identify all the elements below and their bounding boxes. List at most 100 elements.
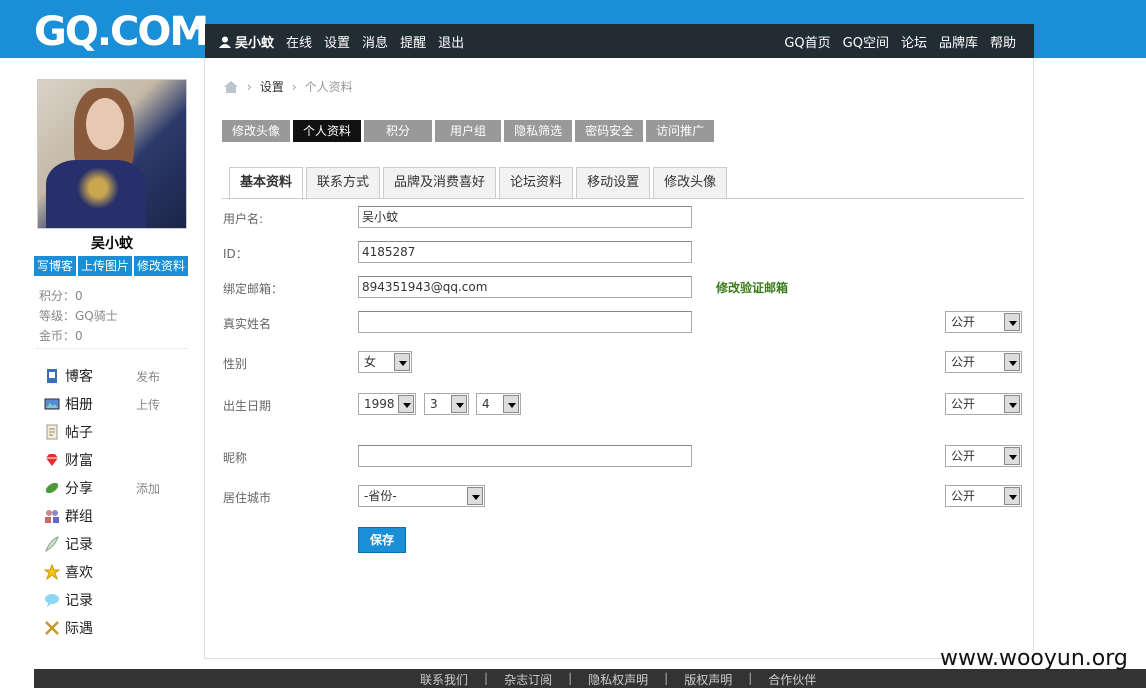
- realname-privacy-select[interactable]: 公开: [945, 311, 1022, 333]
- sidebar-item-records-2[interactable]: 记录: [44, 586, 184, 614]
- avatar[interactable]: [37, 79, 187, 229]
- edit-profile-button[interactable]: 修改资料: [134, 256, 189, 276]
- nav-brand-library[interactable]: 品牌库: [939, 32, 978, 51]
- footer-copyright[interactable]: 版权声明: [684, 671, 732, 688]
- subtab-basic-info[interactable]: 基本资料: [229, 167, 304, 200]
- province-select[interactable]: -省份-: [358, 485, 485, 507]
- nav-settings[interactable]: 设置: [324, 32, 350, 51]
- birthday-privacy-select[interactable]: 公开: [945, 393, 1022, 415]
- nav-help[interactable]: 帮助: [990, 32, 1016, 51]
- nav-gq-space[interactable]: GQ空间: [843, 32, 889, 51]
- birth-month-select[interactable]: 3: [424, 393, 469, 415]
- breadcrumb-settings[interactable]: 设置: [260, 78, 284, 95]
- id-field[interactable]: 4185287: [358, 241, 692, 263]
- sidebar-item-album[interactable]: 相册 上传: [44, 390, 184, 418]
- sidebar-item-likes[interactable]: 喜欢: [44, 558, 184, 586]
- username-label: 用户名:: [223, 212, 264, 226]
- home-icon[interactable]: [223, 80, 239, 94]
- star-icon: [44, 564, 60, 580]
- sidebar-item-blog[interactable]: 博客 发布: [44, 362, 184, 390]
- nav-logout[interactable]: 退出: [438, 32, 464, 51]
- sidebar-item-encounters[interactable]: 际遇: [44, 614, 184, 642]
- birth-year-select[interactable]: 1998: [358, 393, 416, 415]
- nav-reminders[interactable]: 提醒: [400, 32, 426, 51]
- tab-password-security[interactable]: 密码安全: [575, 120, 644, 142]
- subtab-forum-info[interactable]: 论坛资料: [499, 167, 574, 199]
- chevron-down-icon: [1004, 353, 1020, 371]
- profile-name: 吴小蚊: [91, 236, 133, 252]
- write-blog-button[interactable]: 写博客: [34, 256, 77, 276]
- nickname-field[interactable]: [358, 445, 692, 467]
- share-add-link[interactable]: 添加: [136, 480, 160, 497]
- username-field[interactable]: 吴小蚊: [358, 206, 692, 228]
- subtab-edit-avatar[interactable]: 修改头像: [653, 167, 728, 199]
- tab-points[interactable]: 积分: [364, 120, 433, 142]
- divider: [222, 198, 1024, 199]
- chevron-down-icon: [398, 395, 414, 413]
- chevron-down-icon: [1004, 395, 1020, 413]
- tab-personal-profile[interactable]: 个人资料: [293, 120, 362, 142]
- nav-forum[interactable]: 论坛: [901, 32, 927, 51]
- nav-messages[interactable]: 消息: [362, 32, 388, 51]
- footer: 联系我们 | 杂志订阅 | 隐私权声明 | 版权声明 | 合作伙伴: [34, 669, 1146, 688]
- watermark: www.wooyun.org: [940, 646, 1128, 671]
- sidebar-item-wealth[interactable]: 财富: [44, 446, 184, 474]
- footer-separator: |: [664, 671, 669, 685]
- upload-photo-button[interactable]: 上传图片: [78, 256, 133, 276]
- nav-gq-home[interactable]: GQ首页: [784, 32, 830, 51]
- chevron-down-icon: [1004, 487, 1020, 505]
- nav-online[interactable]: 在线: [286, 32, 312, 51]
- birth-day-select[interactable]: 4: [476, 393, 521, 415]
- row-realname: 真实姓名 公开: [223, 311, 1023, 333]
- change-email-link[interactable]: 修改验证邮箱: [716, 279, 788, 296]
- tab-edit-avatar[interactable]: 修改头像: [222, 120, 291, 142]
- sidebar-item-records[interactable]: 记录: [44, 530, 184, 558]
- top-navbar: 吴小蚊 在线 设置 消息 提醒 退出 GQ首页 GQ空间 论坛 品牌库 帮助: [205, 24, 1034, 58]
- tab-visit-promotion[interactable]: 访问推广: [646, 120, 715, 142]
- post-icon: [46, 424, 58, 440]
- tab-privacy-filter[interactable]: 隐私筛选: [504, 120, 573, 142]
- id-label: ID：: [223, 247, 248, 261]
- gender-privacy-select[interactable]: 公开: [945, 351, 1022, 373]
- footer-privacy[interactable]: 隐私权声明: [588, 671, 648, 688]
- gq-logo[interactable]: GQ.COM CN: [34, 10, 209, 54]
- row-birthday: 出生日期 1998 3 4 公开: [223, 393, 1023, 415]
- profile-subtabs: 基本资料 联系方式 品牌及消费喜好 论坛资料 移动设置 修改头像: [229, 167, 728, 200]
- subtab-mobile-settings[interactable]: 移动设置: [576, 167, 651, 199]
- subtab-brand-preferences[interactable]: 品牌及消费喜好: [383, 167, 497, 199]
- encounter-icon: [45, 621, 59, 635]
- row-email: 绑定邮箱： 894351943@qq.com 修改验证邮箱: [223, 276, 1023, 298]
- birthday-label: 出生日期: [223, 399, 272, 413]
- nav-username[interactable]: 吴小蚊: [219, 32, 274, 51]
- chevron-down-icon: [1004, 313, 1020, 331]
- save-button[interactable]: 保存: [358, 527, 406, 553]
- sidebar-menu: 博客 发布 相册 上传 帖子 财富 分享 添加 群组 记录 喜欢 记录 际遇: [44, 362, 184, 642]
- album-icon: [44, 398, 60, 410]
- chevron-down-icon: [467, 487, 483, 505]
- stat-level: 等级：GQ骑士: [39, 309, 118, 323]
- row-gender: 性别 女 公开: [223, 351, 1023, 373]
- row-id: ID： 4185287: [223, 241, 1023, 263]
- album-upload-link[interactable]: 上传: [136, 396, 160, 413]
- tab-user-group[interactable]: 用户组: [435, 120, 502, 142]
- row-username: 用户名: 吴小蚊: [223, 206, 1023, 228]
- footer-contact-us[interactable]: 联系我们: [420, 671, 468, 688]
- sidebar-item-share[interactable]: 分享 添加: [44, 474, 184, 502]
- chevron-down-icon: [451, 395, 467, 413]
- chevron-down-icon: [1004, 447, 1020, 465]
- email-field[interactable]: 894351943@qq.com: [358, 276, 692, 298]
- gender-label: 性别: [223, 357, 248, 371]
- realname-field[interactable]: [358, 311, 692, 333]
- nickname-privacy-select[interactable]: 公开: [945, 445, 1022, 467]
- city-label: 居住城市: [223, 491, 272, 505]
- subtab-contact[interactable]: 联系方式: [306, 167, 381, 199]
- gender-select[interactable]: 女: [358, 351, 412, 373]
- footer-partners[interactable]: 合作伙伴: [768, 671, 816, 688]
- sidebar-item-groups[interactable]: 群组: [44, 502, 184, 530]
- city-privacy-select[interactable]: 公开: [945, 485, 1022, 507]
- sidebar-item-posts[interactable]: 帖子: [44, 418, 184, 446]
- gem-icon: [46, 454, 58, 466]
- footer-magazine-subscribe[interactable]: 杂志订阅: [504, 671, 552, 688]
- blog-publish-link[interactable]: 发布: [136, 368, 160, 385]
- row-city: 居住城市 -省份- 公开: [223, 485, 1023, 507]
